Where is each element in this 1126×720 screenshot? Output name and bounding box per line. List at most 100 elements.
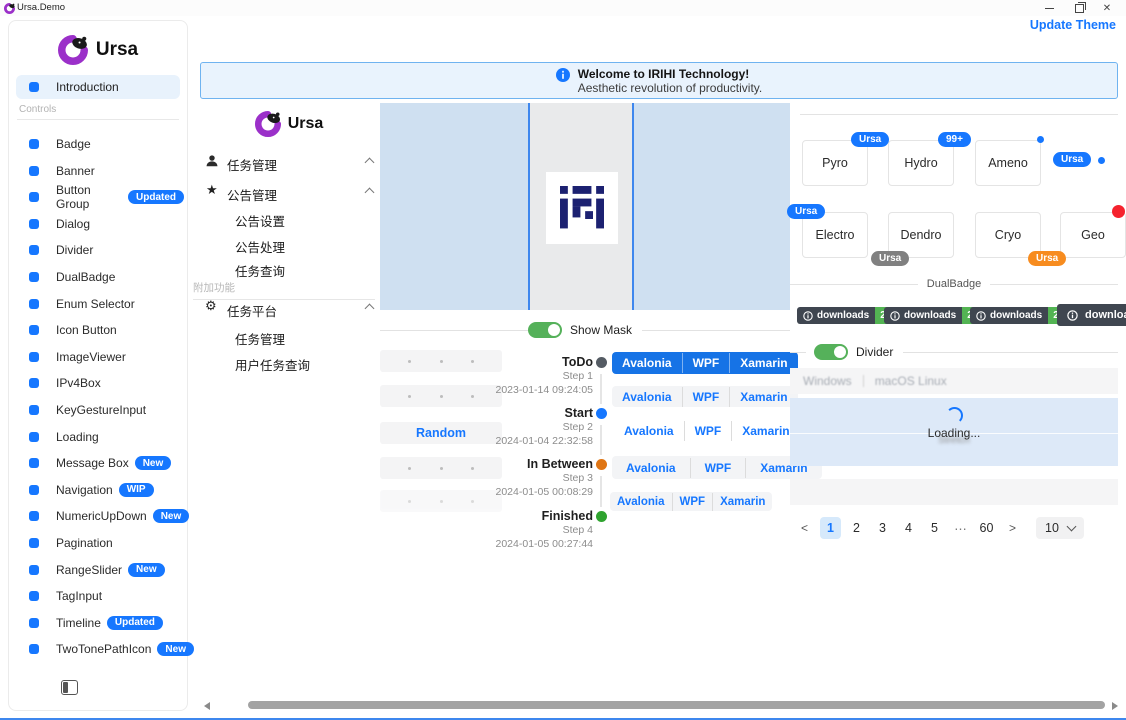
avalonia-button[interactable]: Avalonia xyxy=(610,493,672,511)
divider-toggle[interactable] xyxy=(814,344,848,360)
status-badge: New xyxy=(153,509,190,523)
item-bullet-icon xyxy=(29,245,39,255)
show-mask-label: Show Mask xyxy=(570,323,632,337)
sidebar-item-twotonepathicon[interactable]: TwoTonePathIconNew xyxy=(16,638,184,660)
menu-group-task-platform[interactable]: 任务平台 xyxy=(227,301,277,320)
sidebar-item-enum-selector[interactable]: Enum Selector xyxy=(16,293,184,315)
status-badge: WIP xyxy=(119,483,154,497)
sidebar-item-banner[interactable]: Banner xyxy=(16,160,184,182)
xamarin-button[interactable]: Xamarin xyxy=(712,493,772,511)
sidebar-item-label: IPv4Box xyxy=(56,376,101,390)
image-viewer[interactable] xyxy=(380,103,790,310)
menu-item-task-query[interactable]: 任务查询 xyxy=(235,261,285,280)
pagination-page-4[interactable]: 4 xyxy=(898,517,919,539)
sidebar-item-introduction[interactable]: Introduction xyxy=(16,75,180,99)
sidebar-item-navigation[interactable]: NavigationWIP xyxy=(16,479,184,501)
disabled-tabs: Windows macOS Linux xyxy=(790,368,1118,394)
sidebar-item-ipv4box[interactable]: IPv4Box xyxy=(16,372,184,394)
sidebar-section-controls: Controls xyxy=(17,104,179,120)
loading-panel: Loading... Stretch xyxy=(790,398,1118,466)
sidebar-item-timeline[interactable]: TimelineUpdated xyxy=(16,612,184,634)
item-bullet-icon xyxy=(29,325,39,335)
info-icon xyxy=(556,68,570,82)
window-title: Ursa.Demo xyxy=(17,2,65,13)
pagination-page-1[interactable]: 1 xyxy=(820,517,841,539)
avalonia-button[interactable]: Avalonia xyxy=(614,421,684,441)
pagination-page-60[interactable]: 60 xyxy=(976,517,997,539)
show-mask-toggle[interactable] xyxy=(528,322,562,338)
sidebar-item-dualbadge[interactable]: DualBadge xyxy=(16,266,184,288)
item-bullet-icon xyxy=(29,82,39,92)
pagination-prev-button[interactable]: < xyxy=(794,517,815,539)
status-badge: Updated xyxy=(107,616,163,630)
sidebar-item-label: Enum Selector xyxy=(56,297,135,311)
avalonia-button[interactable]: Avalonia xyxy=(612,458,690,478)
menu-group-task-management[interactable]: 任务管理 xyxy=(227,155,277,174)
pagination-page-2[interactable]: 2 xyxy=(846,517,867,539)
sidebar-item-imageviewer[interactable]: ImageViewer xyxy=(16,346,184,368)
menu-section-extras: 附加功能 xyxy=(193,280,375,300)
horizontal-scrollbar-thumb[interactable] xyxy=(248,701,1105,709)
pagination-page-5[interactable]: 5 xyxy=(924,517,945,539)
chevron-up-icon[interactable] xyxy=(365,158,375,168)
standalone-badge-ursa: Ursa xyxy=(1053,152,1091,167)
minimize-button[interactable] xyxy=(1038,0,1060,16)
scrollbar-left-arrow[interactable] xyxy=(204,702,210,710)
sidebar-item-numericupdown[interactable]: NumericUpDownNew xyxy=(16,505,184,527)
sidebar-item-dialog[interactable]: Dialog xyxy=(16,213,184,235)
sidebar-item-badge[interactable]: Badge xyxy=(16,133,184,155)
sidebar-item-label: DualBadge xyxy=(56,270,115,284)
sidebar-item-taginput[interactable]: TagInput xyxy=(16,585,184,607)
page-size-select[interactable]: 10 xyxy=(1036,517,1084,539)
menu-item-announcement-processing[interactable]: 公告处理 xyxy=(235,237,285,256)
divider-line xyxy=(990,284,1118,285)
chevron-up-icon[interactable] xyxy=(365,304,375,314)
timeline-connector xyxy=(600,374,602,404)
pagination-page-3[interactable]: 3 xyxy=(872,517,893,539)
sidebar-item-loading[interactable]: Loading xyxy=(16,426,184,448)
sidebar-item-rangeslider[interactable]: RangeSliderNew xyxy=(16,559,184,581)
card-label: Cryo xyxy=(995,228,1021,242)
xamarin-button[interactable]: Xamarin xyxy=(729,353,797,373)
sidebar-item-message-box[interactable]: Message BoxNew xyxy=(16,452,184,474)
timeline-step: Step 1 xyxy=(483,370,593,384)
menu-group-announcement-management[interactable]: 公告管理 xyxy=(227,185,277,204)
dualbadge-divider-label: DualBadge xyxy=(927,278,981,290)
badge-dot xyxy=(1037,136,1044,143)
close-button[interactable]: ✕ xyxy=(1096,0,1118,16)
avalonia-button[interactable]: Avalonia xyxy=(612,387,682,407)
xamarin-button[interactable]: Xamarin xyxy=(729,387,797,407)
avalonia-button[interactable]: Avalonia xyxy=(612,353,682,373)
menu-item-user-task-query[interactable]: 用户任务查询 xyxy=(235,355,310,374)
person-icon xyxy=(205,154,219,168)
timeline-date: 2024-01-05 00:27:44 xyxy=(483,538,593,552)
scrollbar-right-arrow[interactable] xyxy=(1112,702,1118,710)
sidebar-item-divider[interactable]: Divider xyxy=(16,239,184,261)
timeline-dot-green xyxy=(596,511,607,522)
wpf-button[interactable]: WPF xyxy=(682,387,730,407)
wpf-button[interactable]: WPF xyxy=(684,421,732,441)
maximize-button[interactable] xyxy=(1068,0,1090,16)
menu-item-announcement-settings[interactable]: 公告设置 xyxy=(235,211,285,230)
item-bullet-icon xyxy=(29,538,39,548)
sidebar-item-button-group[interactable]: Button GroupUpdated xyxy=(16,186,184,208)
sidebar-item-icon-button[interactable]: Icon Button xyxy=(16,319,184,341)
chevron-up-icon[interactable] xyxy=(365,188,375,198)
sidebar-item-label: Badge xyxy=(56,137,91,151)
sidebar-collapse-icon[interactable] xyxy=(61,680,78,695)
sidebar-item-pagination[interactable]: Pagination xyxy=(16,532,184,554)
card-label: Ameno xyxy=(988,156,1028,170)
sidebar-item-keygestureinput[interactable]: KeyGestureInput xyxy=(16,399,184,421)
button-group-light: Avalonia WPF Xamarin xyxy=(612,386,798,407)
status-badge: New xyxy=(135,456,172,470)
wpf-button[interactable]: WPF xyxy=(690,458,746,478)
wpf-button[interactable]: WPF xyxy=(672,493,713,511)
wpf-button[interactable]: WPF xyxy=(682,353,730,373)
timeline-step: Step 3 xyxy=(483,472,593,486)
update-theme-button[interactable]: Update Theme xyxy=(1030,18,1116,32)
badge-ursa-gray: Ursa xyxy=(871,251,909,266)
sidebar-item-label: Divider xyxy=(56,243,93,257)
menu-item-task-management-2[interactable]: 任务管理 xyxy=(235,329,285,348)
card-label: Electro xyxy=(816,228,855,242)
pagination-next-button[interactable]: > xyxy=(1002,517,1023,539)
